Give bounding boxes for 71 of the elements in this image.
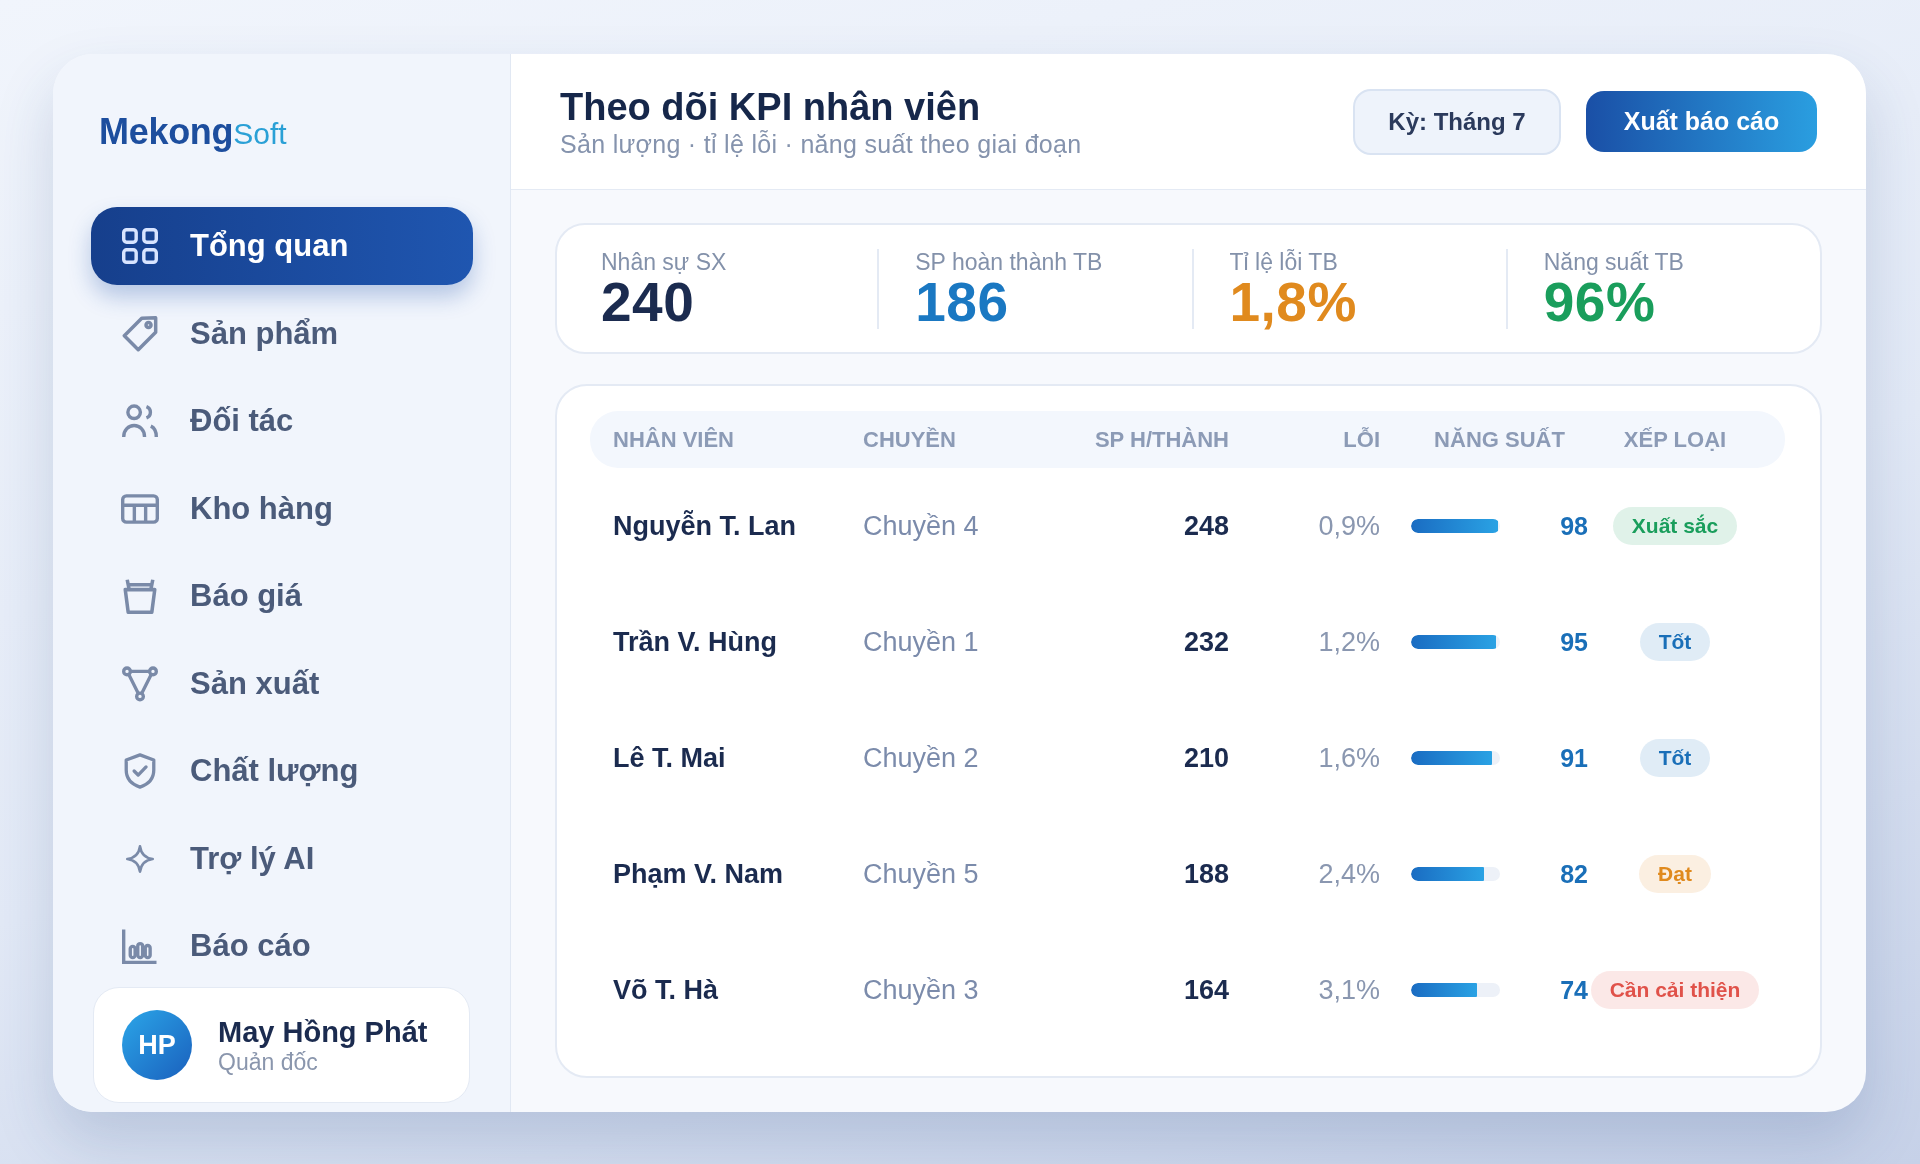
kpi-label: SP hoàn thành TB [915, 248, 1103, 275]
defect-cell: 0,9% [1318, 510, 1380, 542]
defect-cell: 2,4% [1318, 858, 1380, 890]
line-cell: Chuyền 1 [863, 626, 979, 658]
defect-cell: 1,2% [1318, 626, 1380, 658]
nav-item[interactable]: Sản xuất [91, 644, 473, 723]
employee-name: Phạm V. Nam [613, 858, 784, 890]
nav-item[interactable]: Đối tác [91, 382, 473, 460]
employee-name: Nguyễn T. Lan [613, 510, 796, 542]
basket-icon [122, 578, 158, 614]
user-name: May Hồng Phát [218, 1014, 428, 1049]
nav-item[interactable]: Tổng quan [91, 207, 473, 285]
column-header: NHÂN VIÊN [613, 426, 734, 453]
output-cell: 248 [1183, 510, 1229, 542]
employee-name: Lê T. Mai [613, 742, 726, 774]
nav-item[interactable]: Báo giá [91, 557, 473, 635]
export-button[interactable]: Xuất báo cáo [1586, 91, 1817, 152]
line-cell: Chuyền 2 [863, 742, 979, 774]
kpi-label: Nhân sự SX [601, 248, 727, 275]
nav-item[interactable]: Báo cáo [91, 907, 473, 985]
productivity-value: 74 [1560, 975, 1588, 1005]
people-icon [122, 403, 158, 439]
kpi-label: Tỉ lệ lỗi TB [1229, 248, 1338, 275]
table-icon [121, 493, 159, 524]
line-cell: Chuyền 3 [863, 974, 979, 1006]
sparkle-icon [126, 844, 154, 873]
page-title: Theo dõi KPI nhân viên [560, 84, 981, 129]
column-header: XẾP LOẠI [1623, 426, 1727, 453]
avatar: HP [122, 1010, 192, 1080]
logo: MekongSoft [99, 112, 287, 154]
nodes-icon [122, 665, 158, 702]
rating-badge: Cần cải thiện [1590, 971, 1760, 1009]
page-subtitle: Sản lượng · tỉ lệ lỗi · năng suất theo giai đoạn [560, 128, 1082, 159]
user-card[interactable]: HP May Hồng Phát Quản đốc [93, 987, 470, 1103]
grid-icon [122, 228, 158, 264]
employee-name: Trần V. Hùng [613, 626, 778, 658]
column-header: CHUYỀN [863, 426, 956, 453]
productivity-value: 82 [1560, 859, 1588, 889]
rating-badge: Tốt [1639, 739, 1711, 777]
period-button[interactable]: Kỳ: Tháng 7 [1353, 88, 1561, 155]
kpi-label: Năng suất TB [1543, 248, 1684, 275]
kpi-value: 1,8% [1229, 274, 1357, 329]
bar-chart-icon [122, 928, 158, 964]
output-cell: 232 [1183, 626, 1229, 658]
line-cell: Chuyền 4 [863, 510, 979, 542]
output-cell: 164 [1183, 974, 1229, 1006]
user-role: Quản đốc [218, 1048, 318, 1076]
nav-item[interactable]: Trợ lý AI [91, 819, 473, 898]
rating-badge: Xuất sắc [1612, 507, 1738, 545]
employee-name: Võ T. Hà [613, 974, 719, 1006]
defect-cell: 1,6% [1318, 742, 1380, 774]
rating-badge: Đạt [1639, 855, 1711, 893]
column-header: NĂNG SUẤT [1433, 426, 1565, 453]
productivity-value: 98 [1560, 511, 1588, 541]
nav-item[interactable]: Kho hàng [91, 469, 473, 548]
output-cell: 188 [1183, 858, 1229, 890]
rating-badge: Tốt [1639, 623, 1711, 661]
nav-item[interactable]: Sản phẩm [91, 294, 473, 373]
defect-cell: 3,1% [1318, 974, 1380, 1006]
kpi-value: 240 [601, 274, 695, 329]
productivity-value: 91 [1560, 743, 1588, 773]
productivity-value: 95 [1560, 627, 1588, 657]
output-cell: 210 [1183, 742, 1229, 774]
column-header: LỖI [1343, 426, 1380, 453]
kpi-value: 186 [915, 274, 1009, 329]
tag-icon [122, 315, 158, 352]
column-header: SP H/THÀNH [1094, 426, 1229, 453]
kpi-value: 96% [1543, 274, 1656, 329]
line-cell: Chuyền 5 [863, 858, 979, 890]
shield-check-icon [122, 753, 158, 789]
nav-item[interactable]: Chất lượng [91, 732, 473, 810]
